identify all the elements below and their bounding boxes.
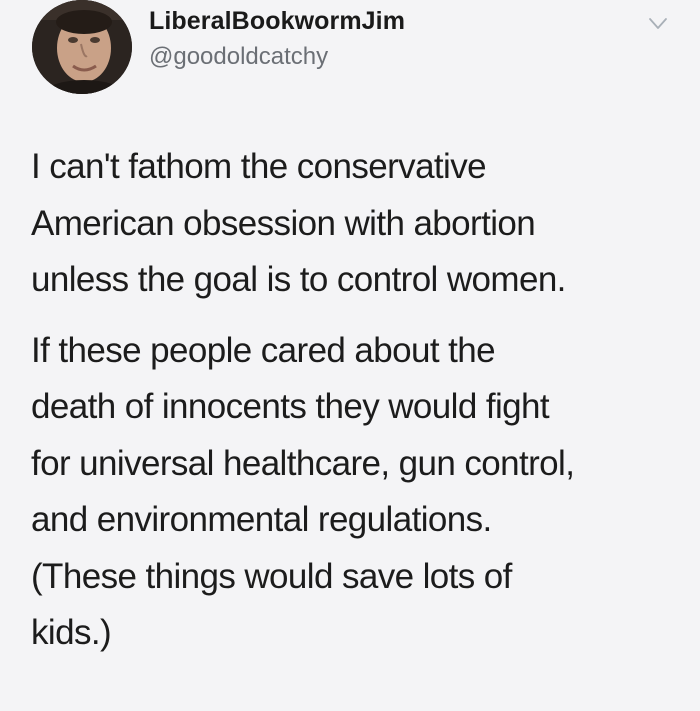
tweet-text-line: for universal healthcare, gun control, (31, 443, 575, 483)
tweet-paragraph: I can't fathom the conservative American… (31, 139, 691, 309)
author-handle[interactable]: @goodoldcatchy (149, 43, 328, 71)
tweet-paragraph: If these people cared about the death of… (31, 323, 691, 662)
tweet-text-line: unless the goal is to control women. (31, 260, 566, 299)
avatar-photo-icon (32, 0, 132, 94)
avatar[interactable] (32, 0, 132, 94)
tweet-text: I can't fathom the conservative American… (31, 139, 691, 662)
tweet-text-line: and environmental regulations. (31, 500, 492, 539)
tweet-text-line: American obsession with abortion (31, 203, 536, 243)
tweet-card: LiberalBookwormJim @goodoldcatchy I can'… (0, 0, 700, 711)
tweet-text-line: If these people cared about the (31, 330, 496, 370)
tweet-text-line: (These things would save lots of (31, 556, 512, 596)
chevron-down-icon[interactable] (648, 16, 668, 32)
tweet-text-line: I can't fathom the conservative (31, 147, 487, 186)
author-display-name[interactable]: LiberalBookwormJim (149, 7, 405, 36)
tweet-text-line: kids.) (31, 613, 112, 652)
tweet-text-line: death of innocents they would fight (31, 387, 550, 426)
